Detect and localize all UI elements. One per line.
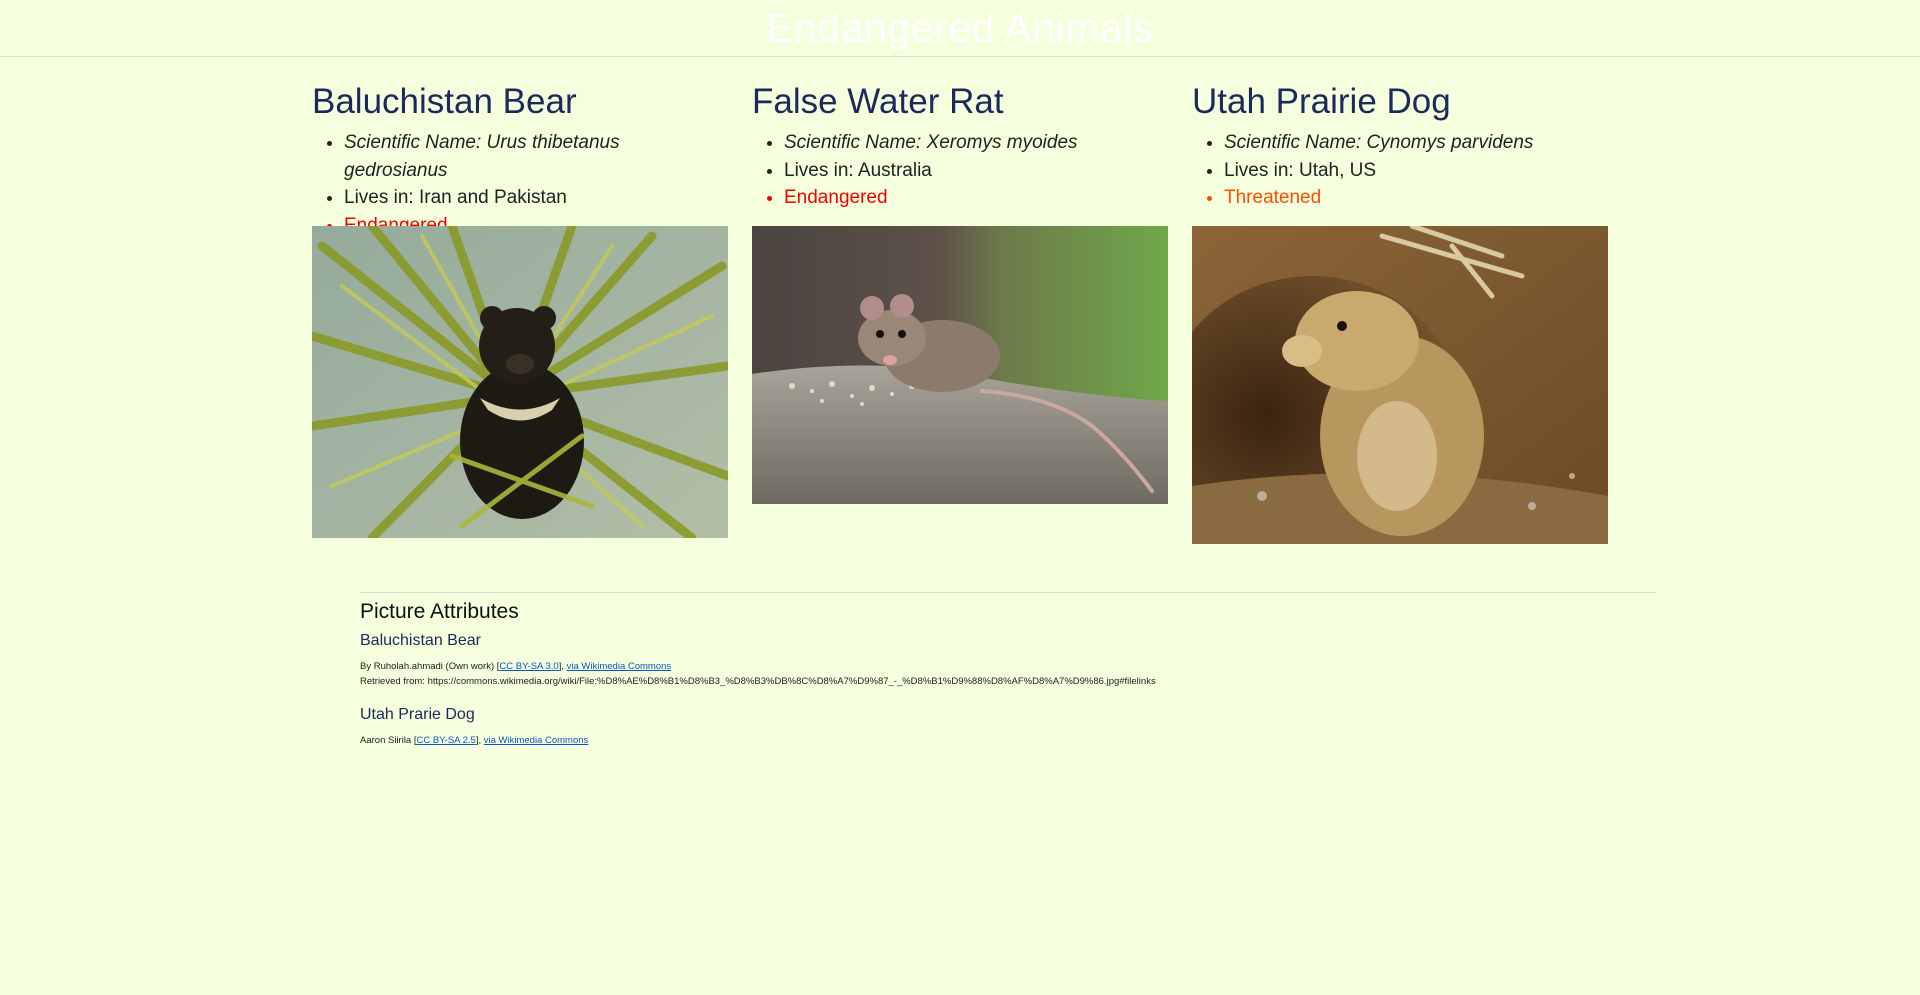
attribution-author: By Ruholah.ahmadi (Own work) [: [360, 661, 500, 672]
wikimedia-link[interactable]: via Wikimedia Commons: [567, 661, 672, 672]
animal-card-baluchistan-bear: Baluchistan Bear Scientific Name: Urus t…: [312, 78, 728, 538]
separator: ],: [558, 661, 567, 672]
attribution-author: Aaron Siirila [: [360, 735, 417, 746]
page-header: Endangered Animals: [0, 0, 1920, 57]
rat-photo: [752, 226, 1168, 504]
attribution-line-dog: Aaron Siirila [CC BY-SA 2.5], via Wikime…: [360, 733, 1656, 748]
conservation-status: Endangered: [784, 184, 1168, 212]
habitat: Lives in: Iran and Pakistan: [344, 184, 728, 212]
license-link[interactable]: CC BY-SA 3.0: [499, 661, 558, 672]
animal-card-utah-prairie-dog: Utah Prairie Dog Scientific Name: Cynomy…: [1192, 78, 1608, 544]
habitat: Lives in: Utah, US: [1224, 157, 1608, 185]
animal-facts-list: Scientific Name: Cynomys parvidens Lives…: [1192, 129, 1608, 212]
attribution-heading-bear: Baluchistan Bear: [360, 632, 481, 649]
retrieved-from: Retrieved from: https://commons.wikimedi…: [360, 676, 1156, 687]
animal-facts-list: Scientific Name: Xeromys myoides Lives i…: [752, 129, 1168, 212]
separator: ],: [475, 735, 484, 746]
scientific-name: Scientific Name: Urus thibetanus gedrosi…: [344, 129, 728, 184]
animal-card-false-water-rat: False Water Rat Scientific Name: Xeromys…: [752, 78, 1168, 504]
scientific-name: Scientific Name: Cynomys parvidens: [1224, 129, 1608, 157]
conservation-status: Threatened: [1224, 184, 1608, 212]
wikimedia-link[interactable]: via Wikimedia Commons: [484, 735, 589, 746]
animal-name: Baluchistan Bear: [312, 82, 577, 121]
animal-facts-list: Scientific Name: Urus thibetanus gedrosi…: [312, 129, 728, 239]
animal-name: Utah Prairie Dog: [1192, 82, 1451, 121]
animal-name: False Water Rat: [752, 82, 1004, 121]
page-title: Endangered Animals: [766, 5, 1154, 51]
picture-attributes-section: Picture Attributes Baluchistan Bear By R…: [360, 592, 1656, 748]
scientific-name: Scientific Name: Xeromys myoides: [784, 129, 1168, 157]
bear-photo: [312, 226, 728, 538]
habitat: Lives in: Australia: [784, 157, 1168, 185]
license-link[interactable]: CC BY-SA 2.5: [417, 735, 476, 746]
prairie-dog-photo: [1192, 226, 1608, 544]
attribution-heading-dog: Utah Prarie Dog: [360, 706, 475, 723]
attribution-line-bear: By Ruholah.ahmadi (Own work) [CC BY-SA 3…: [360, 659, 1656, 674]
section-title: Picture Attributes: [360, 600, 519, 623]
